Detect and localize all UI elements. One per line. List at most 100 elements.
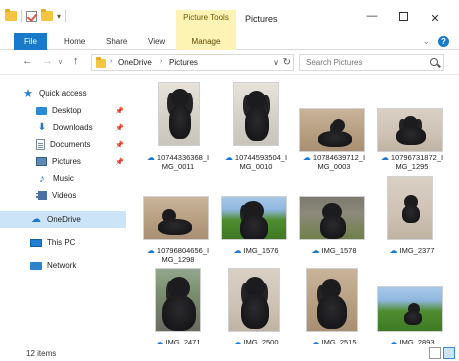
file-thumbnail [143, 196, 209, 240]
new-folder-icon[interactable] [41, 9, 53, 21]
window-title: Pictures [245, 14, 278, 24]
sidebar-item-label: Desktop [52, 106, 82, 115]
sidebar-item-music[interactable]: ♪ Music [0, 170, 126, 187]
chevron-right-icon[interactable]: › [110, 58, 112, 65]
tab-view[interactable]: View [148, 33, 165, 50]
file-item[interactable]: ☁ IMG_2471 [138, 268, 214, 348]
pictures-icon [36, 157, 47, 166]
help-icon[interactable]: ? [438, 36, 449, 47]
tab-home[interactable]: Home [64, 33, 85, 50]
desktop-icon [36, 106, 47, 115]
pin-icon: 📌 [115, 158, 124, 166]
sidebar-item-label: Videos [52, 191, 77, 200]
navigation-pane: ★ Quick access Desktop 📌 ⬇ Downloads 📌 D… [0, 76, 128, 344]
file-thumbnail [158, 82, 200, 146]
sidebar-item-label: Network [47, 261, 77, 270]
tab-manage[interactable]: Manage [176, 33, 236, 50]
details-view-icon[interactable] [429, 347, 441, 359]
file-name: ☁ 10796731872_I MG_1295 [380, 153, 444, 171]
cloud-status-icon: ☁ [380, 153, 389, 162]
sidebar-item-quick-access[interactable]: ★ Quick access [0, 85, 126, 102]
close-button[interactable]: ✕ [425, 12, 445, 25]
ribbon-controls: ⌄ ? [422, 36, 449, 47]
file-item[interactable]: ☁ IMG_2377 [372, 176, 448, 262]
cloud-status-icon: ☁ [302, 153, 311, 162]
sidebar-item-onedrive[interactable]: ☁ OneDrive [0, 211, 126, 228]
file-name: ☁ IMG_2377 [389, 246, 435, 255]
pin-icon: 📌 [115, 141, 124, 149]
breadcrumb-onedrive[interactable]: OneDrive [118, 58, 152, 67]
folder-icon [5, 9, 17, 21]
toolbar-separator [21, 10, 22, 22]
file-item[interactable]: ☁ IMG_1578 [294, 176, 370, 262]
ribbon-tabs: File Home Share View Manage ⌄ ? [0, 33, 459, 50]
file-thumbnail [155, 268, 201, 332]
file-name: ☁ 10744593504_I MG_0010 [224, 153, 288, 171]
sidebar-item-desktop[interactable]: Desktop 📌 [0, 102, 126, 119]
file-thumbnail [377, 286, 443, 332]
file-item[interactable]: ☁ IMG_2515 [294, 268, 370, 348]
file-name: ☁ 10744336368_I MG_0011 [146, 153, 210, 171]
expand-ribbon-icon[interactable]: ⌄ [422, 36, 430, 47]
cloud-status-icon: ☁ [311, 246, 320, 255]
file-item[interactable]: ☁ 10744593504_I MG_0010 [216, 82, 292, 178]
up-arrow-icon[interactable]: ↑ [73, 55, 79, 67]
address-dropdown-icon[interactable]: ∨ [273, 58, 279, 67]
status-bar: 12 items [0, 344, 459, 361]
file-thumbnail [387, 176, 433, 240]
file-thumbnail [306, 268, 358, 332]
music-icon: ♪ [39, 172, 45, 185]
sidebar-item-pictures[interactable]: Pictures 📌 [0, 153, 126, 170]
sidebar-item-this-pc[interactable]: This PC [0, 234, 126, 251]
file-name: ☁ IMG_1578 [311, 246, 357, 255]
search-box[interactable] [299, 54, 444, 71]
documents-icon [36, 139, 45, 150]
file-item[interactable]: ☁ 10784639712_I MG_0003 [294, 82, 370, 178]
cloud-status-icon: ☁ [389, 246, 398, 255]
file-name: ☁ IMG_1576 [233, 246, 279, 255]
back-arrow-icon[interactable]: ← [22, 55, 33, 67]
toolbar-separator [65, 10, 67, 22]
view-buttons [429, 347, 455, 359]
cloud-status-icon: ☁ [146, 246, 155, 255]
search-icon[interactable] [430, 58, 438, 66]
cloud-status-icon: ☁ [146, 153, 155, 162]
file-thumbnail [221, 196, 287, 240]
tab-share[interactable]: Share [106, 33, 127, 50]
sidebar-item-documents[interactable]: Documents 📌 [0, 136, 126, 153]
search-input[interactable] [300, 55, 425, 70]
file-item[interactable]: ☁ 10796731872_I MG_1295 [372, 82, 448, 178]
pin-icon: 📌 [115, 107, 124, 115]
videos-icon [36, 191, 47, 200]
sidebar-item-videos[interactable]: Videos [0, 187, 126, 204]
file-item[interactable]: ☁ IMG_2500 [216, 268, 292, 348]
sidebar-item-downloads[interactable]: ⬇ Downloads 📌 [0, 119, 126, 136]
sidebar-item-network[interactable]: Network [0, 257, 126, 274]
maximize-button[interactable] [393, 12, 413, 24]
refresh-icon[interactable]: ↻ [283, 57, 291, 68]
cloud-status-icon: ☁ [233, 246, 242, 255]
breadcrumb-pictures[interactable]: Pictures [169, 58, 198, 67]
minimize-button[interactable]: — [362, 10, 382, 22]
picture-tools-label: Picture Tools [176, 10, 236, 33]
chevron-right-icon[interactable]: › [160, 58, 162, 65]
network-icon [30, 261, 42, 270]
file-name: ☁ 10796804656_I MG_1298 [146, 246, 210, 264]
tab-file[interactable]: File [14, 33, 47, 50]
forward-arrow-icon[interactable]: → [42, 55, 53, 67]
recent-locations-chevron-icon[interactable]: ∨ [58, 58, 63, 66]
navigation-bar: ← → ∨ ↑ › OneDrive › Pictures ∨ ↻ [0, 50, 459, 75]
file-thumbnail [299, 108, 365, 152]
large-icons-view-icon[interactable] [443, 347, 455, 359]
file-item[interactable]: ☁ 10796804656_I MG_1298 [138, 176, 214, 264]
file-list: ☁ 10744336368_I MG_0011 ☁ 10744593504_I MG_0… [128, 76, 459, 347]
onedrive-icon: ☁ [31, 214, 41, 225]
file-item[interactable]: ☁ IMG_1576 [216, 176, 292, 262]
quick-access-toolbar: ▾ [5, 9, 67, 22]
customize-toolbar-dropdown[interactable]: ▾ [57, 12, 61, 21]
address-bar[interactable]: › OneDrive › Pictures ∨ ↻ [91, 54, 294, 71]
sidebar-item-label: Pictures [52, 157, 81, 166]
file-item[interactable]: ☁ 10744336368_I MG_0011 [138, 82, 214, 178]
file-item[interactable]: ☁ IMG_2893 [372, 268, 448, 348]
properties-icon[interactable] [26, 10, 37, 22]
